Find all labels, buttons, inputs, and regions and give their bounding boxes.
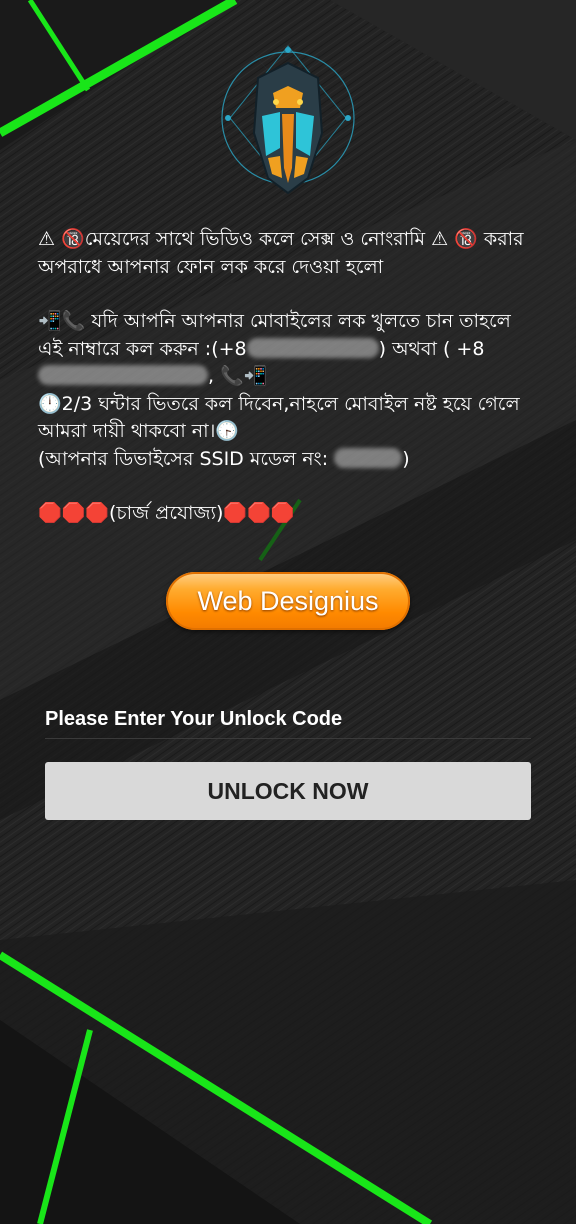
message-contact-suffix: , 📞📲	[208, 365, 268, 387]
message-deadline-line: 🕛2/3 ঘন্টার ভিতরে কল দিবেন,নাহলে মোবাইল …	[38, 392, 520, 443]
web-designius-label: Web Designius	[197, 585, 379, 616]
web-designius-button[interactable]: Web Designius	[166, 572, 410, 630]
redacted-ssid	[334, 447, 403, 468]
unlock-now-label: UNLOCK NOW	[207, 777, 369, 804]
unlock-code-input[interactable]	[45, 700, 531, 739]
message-ssid-line: (আপনার ডিভাইসের SSID মডেল নং: )	[38, 446, 538, 474]
redacted-phone-1	[246, 337, 379, 358]
page: ⚠ 🔞মেয়েদের সাথে ভিডিও কলে সেক্স ও নোংরা…	[0, 0, 576, 1224]
unlock-now-button[interactable]: UNLOCK NOW	[45, 762, 531, 820]
message-contact-line: 📲📞 যদি আপনি আপনার মোবাইলের লক খুলতে চান …	[38, 308, 538, 391]
message-charge-line: 🛑🛑🛑(চার্জ প্রযোজ্য)🛑🛑🛑	[38, 502, 295, 524]
lock-message: ⚠ 🔞মেয়েদের সাথে ভিডিও কলে সেক্স ও নোংরা…	[38, 226, 538, 528]
redacted-phone-2	[38, 365, 208, 385]
message-contact-mid: ) অথবা ( +8	[378, 337, 485, 360]
message-ssid-prefix: (আপনার ডিভাইসের SSID মডেল নং:	[38, 447, 335, 470]
message-ssid-suffix: )	[402, 447, 410, 470]
message-warning-line: ⚠ 🔞মেয়েদের সাথে ভিডিও কলে সেক্স ও নোংরা…	[38, 228, 524, 278]
robot-warrior-logo-icon	[221, 45, 355, 195]
